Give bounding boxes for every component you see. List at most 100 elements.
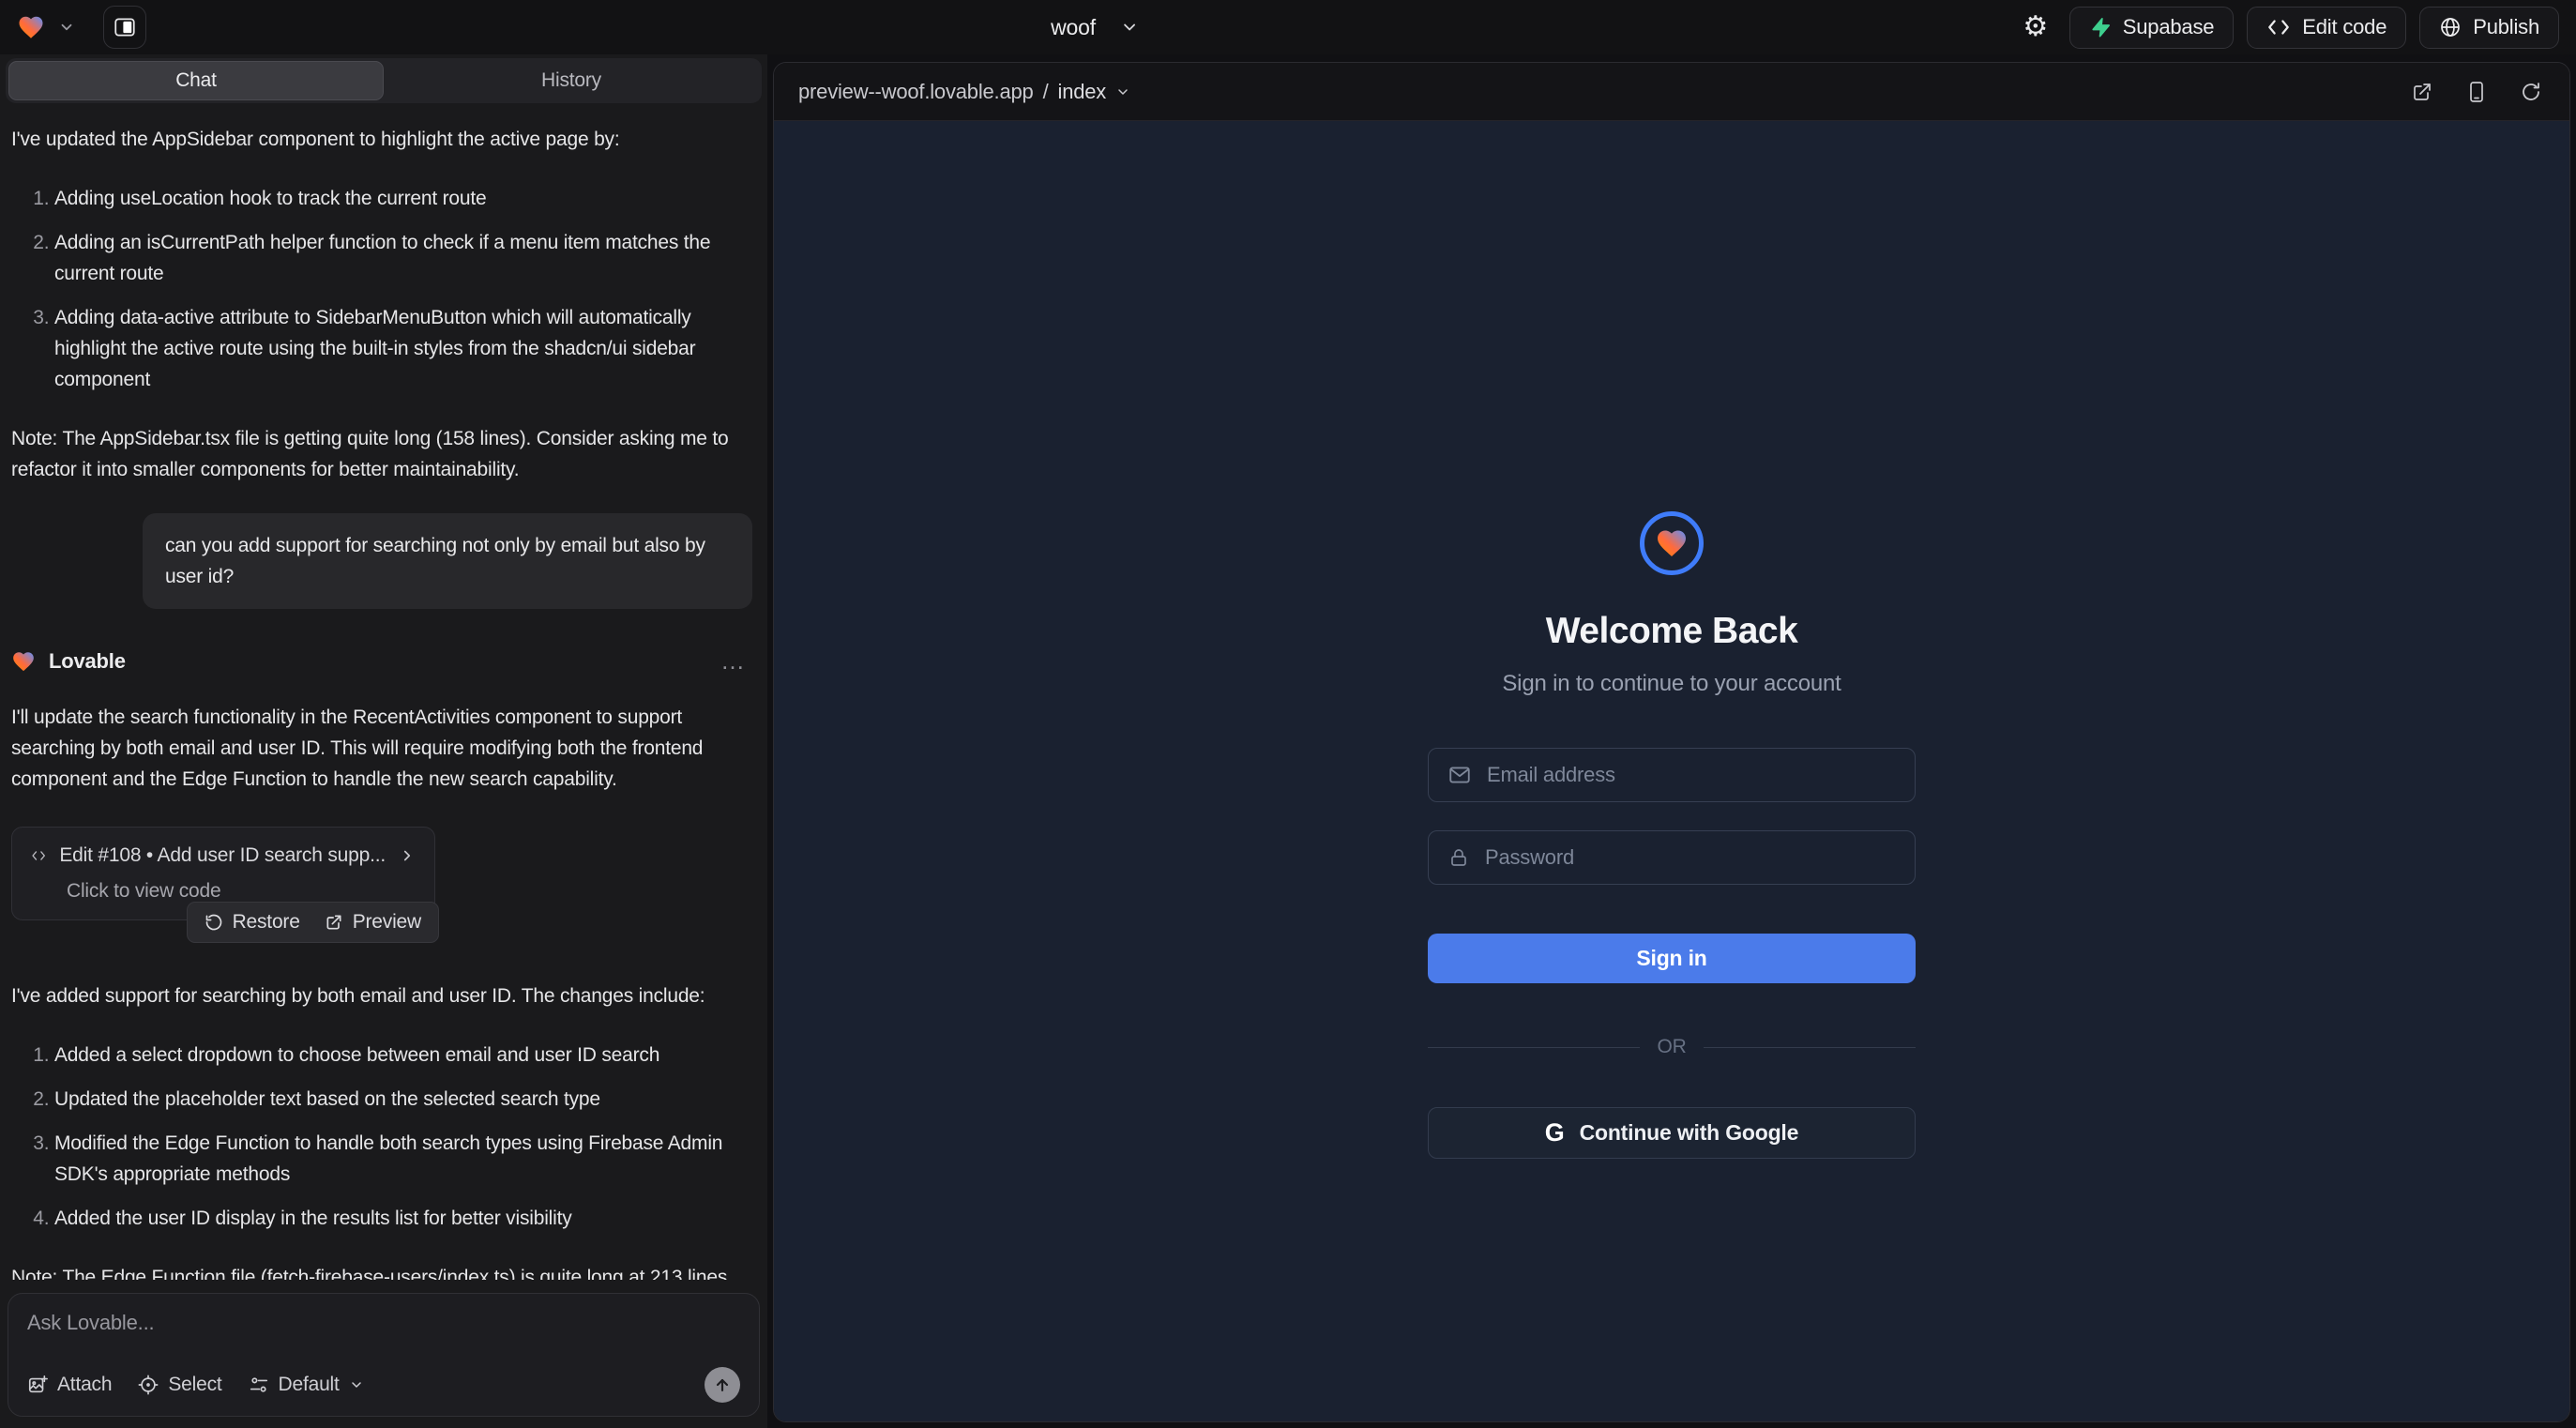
supabase-icon [2089, 16, 2112, 38]
assistant-numbered-list: Added a select dropdown to choose betwee… [11, 1040, 754, 1234]
lovable-heart-icon [11, 649, 36, 674]
list-item: Updated the placeholder text based on th… [54, 1084, 754, 1115]
edit-card-subtitle: Click to view code [67, 880, 416, 903]
user-message-row: can you add support for searching not on… [11, 513, 752, 609]
globe-icon [2439, 16, 2462, 38]
restore-button[interactable]: Restore [205, 911, 300, 934]
password-field[interactable] [1428, 830, 1916, 885]
google-sign-in-button[interactable]: G Continue with Google [1428, 1107, 1916, 1159]
restore-icon [205, 913, 223, 932]
sign-in-button[interactable]: Sign in [1428, 934, 1916, 983]
select-label: Select [168, 1374, 221, 1396]
refresh-button[interactable] [2517, 78, 2545, 106]
lovable-logo-icon[interactable] [17, 13, 45, 41]
page-subtitle: Sign in to continue to your account [1502, 671, 1841, 697]
open-in-new-tab-button[interactable] [2408, 78, 2436, 106]
password-input[interactable] [1485, 845, 1896, 870]
lock-icon [1447, 846, 1470, 869]
topbar-left [17, 6, 146, 49]
list-item: Modified the Edge Function to handle bot… [54, 1128, 754, 1190]
code-icon [31, 846, 46, 865]
chevron-down-icon [1115, 84, 1130, 99]
external-link-icon [2411, 81, 2433, 103]
user-message-bubble: can you add support for searching not on… [143, 513, 752, 609]
preview-panel: preview--woof.lovable.app / index [773, 62, 2570, 1422]
gear-icon: ⚙ [2023, 13, 2048, 41]
send-button[interactable] [705, 1367, 740, 1403]
auth-card: Welcome Back Sign in to continue to your… [1428, 511, 1916, 1421]
supabase-button[interactable]: Supabase [2069, 7, 2235, 49]
edit-card-wrap: Edit #108 • Add user ID search supp... C… [11, 827, 435, 920]
list-item: Adding an isCurrentPath helper function … [54, 227, 754, 289]
chat-message-list: I've updated the AppSidebar component to… [0, 103, 767, 1280]
code-icon [2266, 17, 2291, 38]
chevron-right-icon [399, 847, 416, 864]
assistant-message-header: Lovable … [11, 646, 754, 676]
attach-label: Attach [57, 1374, 112, 1396]
chevron-down-icon [349, 1377, 364, 1392]
assistant-numbered-list: Adding useLocation hook to track the cur… [11, 183, 754, 395]
google-g-icon: G [1545, 1118, 1565, 1147]
preview-header: preview--woof.lovable.app / index [774, 63, 2569, 121]
assistant-name: Lovable [49, 649, 126, 674]
list-item: Adding useLocation hook to track the cur… [54, 183, 754, 214]
refresh-icon [2520, 81, 2542, 103]
sliders-icon [249, 1375, 269, 1395]
project-switcher[interactable]: woof [1051, 15, 1139, 40]
attach-button[interactable]: Attach [27, 1374, 112, 1396]
phone-icon [2466, 81, 2487, 103]
edit-code-button[interactable]: Edit code [2247, 7, 2406, 49]
divider-line [1428, 1047, 1640, 1048]
message-options-button[interactable]: … [720, 646, 754, 676]
select-target-icon [138, 1375, 159, 1395]
chat-input[interactable] [27, 1311, 740, 1343]
preview-url-breadcrumb[interactable]: preview--woof.lovable.app / index [798, 80, 1130, 104]
assistant-message-text: I'll update the search functionality in … [11, 702, 754, 795]
select-button[interactable]: Select [138, 1374, 221, 1396]
app-root: woof ⚙ Supabase Edit code [0, 0, 2576, 1428]
assistant-note-text: Note: The Edge Function file (fetch-fire… [11, 1262, 754, 1280]
chat-panel: Chat History I've updated the AppSidebar… [0, 54, 767, 1428]
restore-label: Restore [233, 911, 300, 934]
chevron-down-icon [1120, 18, 1139, 37]
panel-icon [113, 15, 137, 39]
assistant-message-text: I've updated the AppSidebar component to… [11, 124, 754, 155]
app-logo [1640, 511, 1704, 575]
edit-card-top: Edit #108 • Add user ID search supp... [31, 844, 416, 867]
divider-line [1704, 1047, 1916, 1048]
topbar: woof ⚙ Supabase Edit code [0, 0, 2576, 54]
preview-actions [2408, 78, 2545, 106]
preview-button[interactable]: Preview [325, 911, 421, 934]
list-item: Adding data-active attribute to SidebarM… [54, 302, 754, 395]
tab-chat[interactable]: Chat [8, 61, 384, 100]
project-name: woof [1051, 15, 1096, 40]
publish-label: Publish [2473, 15, 2539, 39]
default-mode-button[interactable]: Default [249, 1374, 364, 1396]
preview-domain: preview--woof.lovable.app [798, 80, 1034, 104]
heart-icon [1655, 526, 1689, 560]
mail-icon [1447, 763, 1472, 787]
chat-history-tabbar: Chat History [6, 58, 762, 103]
list-item: Added the user ID display in the results… [54, 1203, 754, 1234]
page-title: Welcome Back [1546, 611, 1798, 652]
settings-button[interactable]: ⚙ [2015, 7, 2056, 48]
arrow-up-icon [713, 1375, 732, 1394]
preview-label: Preview [353, 911, 421, 934]
restore-preview-bar: Restore Preview [187, 902, 439, 943]
composer-toolbar: Attach Select Default [27, 1367, 740, 1403]
mobile-view-button[interactable] [2462, 78, 2491, 106]
external-link-icon [325, 913, 343, 932]
email-field[interactable] [1428, 748, 1916, 802]
sidebar-toggle-button[interactable] [103, 6, 146, 49]
assistant-note-text: Note: The AppSidebar.tsx file is getting… [11, 423, 754, 485]
edit-card-title: Edit #108 • Add user ID search supp... [59, 844, 386, 867]
or-divider: OR [1428, 1036, 1916, 1058]
project-menu-chevron-icon[interactable] [54, 15, 79, 39]
preview-page: index [1058, 80, 1107, 104]
default-mode-label: Default [279, 1374, 340, 1396]
tab-history[interactable]: History [384, 61, 759, 100]
edit-code-label: Edit code [2302, 15, 2387, 39]
email-input[interactable] [1487, 763, 1896, 787]
composer: Attach Select Default [8, 1293, 760, 1417]
publish-button[interactable]: Publish [2419, 7, 2559, 49]
